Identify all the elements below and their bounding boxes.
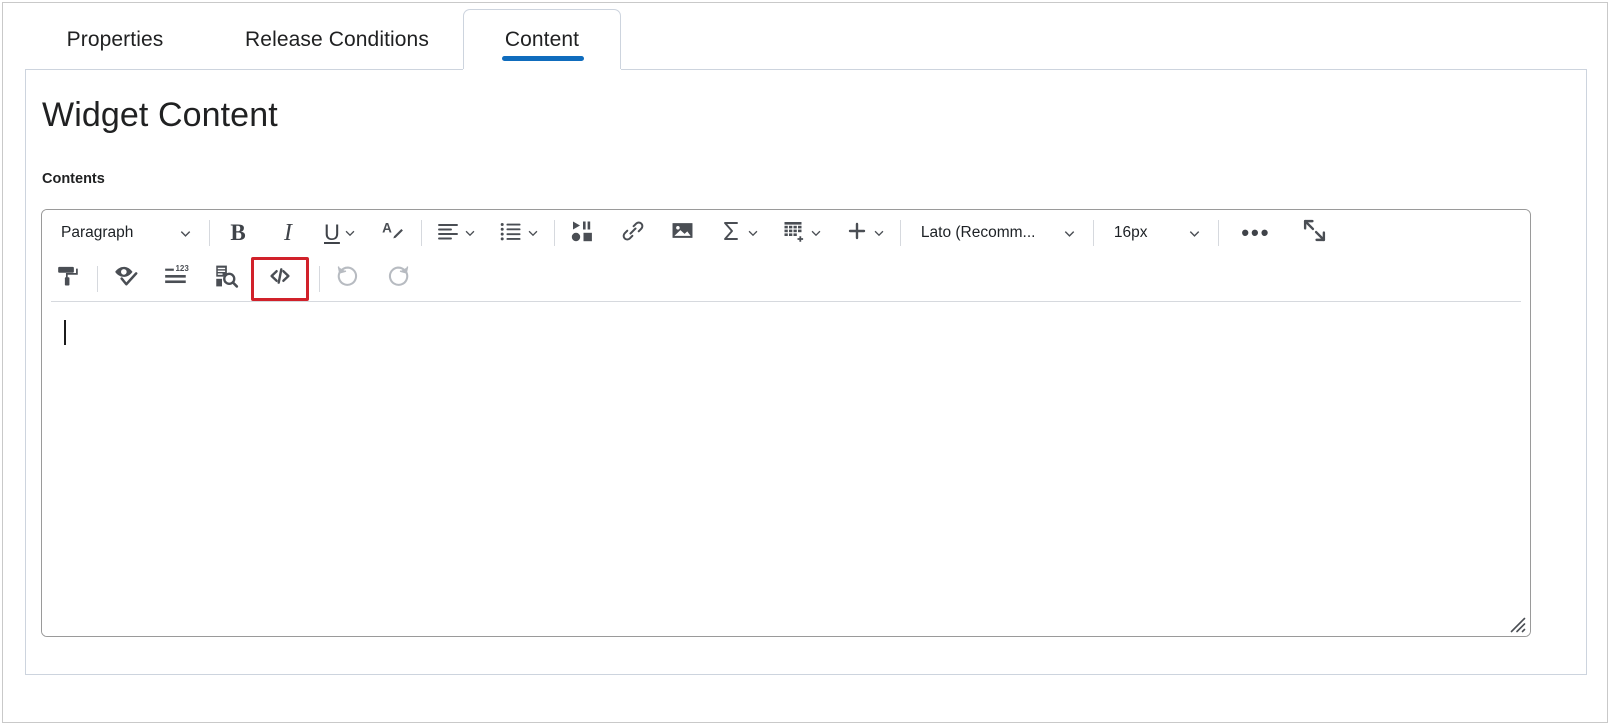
toolbar-divider [319, 265, 320, 292]
insert-media-icon [571, 219, 595, 248]
code-source-icon [268, 264, 292, 293]
insert-button[interactable] [841, 215, 890, 251]
paragraph-style-value: Paragraph [61, 224, 134, 241]
editor-toolbar-row-1: Paragraph B I U A Lato (Recomm... 16px •… [51, 210, 1521, 256]
toolbar-divider [1217, 220, 1219, 246]
chevron-down-icon [872, 226, 886, 240]
word-count-button[interactable]: 123 [158, 261, 194, 297]
insert-media-button[interactable] [565, 215, 601, 251]
underline-button[interactable]: U [320, 215, 361, 251]
sigma-equation-icon [719, 219, 743, 248]
link-icon [621, 219, 645, 248]
font-size-dropdown[interactable]: 16px [1104, 215, 1208, 251]
resize-grip-icon[interactable] [1508, 615, 1526, 633]
undo-icon [335, 263, 361, 294]
chevron-down-icon [526, 226, 540, 240]
word-count-icon: 123 [163, 263, 189, 294]
page-frame: Properties Release Conditions Content Wi… [2, 2, 1608, 723]
accessibility-checker-button[interactable] [108, 261, 144, 297]
fullscreen-expand-icon [1302, 218, 1327, 248]
toolbar-divider [1092, 220, 1094, 246]
chevron-down-icon [178, 226, 193, 241]
tab-release-conditions[interactable]: Release Conditions [209, 9, 465, 69]
more-options-button[interactable]: ••• [1229, 215, 1283, 251]
paint-roller-icon [56, 263, 82, 294]
ellipsis-icon: ••• [1241, 220, 1271, 245]
content-panel: Widget Content Contents Paragraph B I U … [25, 69, 1587, 675]
align-button[interactable] [432, 215, 481, 251]
svg-text:123: 123 [175, 264, 189, 273]
equation-button[interactable] [715, 215, 764, 251]
insert-table-button[interactable] [778, 215, 827, 251]
toolbar-divider [420, 220, 422, 246]
bold-icon: B [230, 220, 246, 245]
contents-field-label: Contents [42, 171, 105, 187]
preview-search-icon [213, 263, 239, 294]
plus-icon [845, 219, 869, 248]
editor-toolbar: Paragraph B I U A Lato (Recomm... 16px •… [42, 210, 1530, 302]
text-color-icon: A [380, 218, 405, 248]
toolbar-divider [553, 220, 555, 246]
toolbar-divider [899, 220, 901, 246]
preview-button[interactable] [208, 261, 244, 297]
undo-button[interactable] [330, 261, 366, 297]
font-size-value: 16px [1113, 224, 1148, 241]
underline-icon: U [324, 220, 340, 245]
insert-link-button[interactable] [615, 215, 651, 251]
tab-content[interactable]: Content [463, 9, 621, 69]
redo-icon [385, 263, 411, 294]
text-color-button[interactable]: A [375, 215, 411, 251]
accessibility-check-icon [113, 263, 139, 294]
fullscreen-button[interactable] [1297, 215, 1333, 251]
rich-text-editor: Paragraph B I U A Lato (Recomm... 16px •… [41, 209, 1531, 637]
toolbar-divider [97, 265, 98, 292]
html-source-button[interactable] [251, 256, 309, 301]
font-family-dropdown[interactable]: Lato (Recomm... [911, 215, 1083, 251]
editor-content-area[interactable] [42, 303, 1530, 636]
insert-table-icon [782, 219, 806, 248]
chevron-down-icon [463, 226, 477, 240]
text-caret [64, 320, 66, 345]
image-icon [670, 218, 695, 248]
chevron-down-icon [746, 226, 760, 240]
active-tab-indicator [502, 56, 584, 61]
paragraph-style-dropdown[interactable]: Paragraph [51, 215, 199, 251]
bold-button[interactable]: B [220, 215, 256, 251]
chevron-down-icon [1187, 226, 1202, 241]
chevron-down-icon [809, 226, 823, 240]
format-painter-button[interactable] [51, 261, 87, 297]
italic-icon: I [284, 219, 292, 246]
insert-image-button[interactable] [665, 215, 701, 251]
bulleted-list-icon [499, 219, 523, 248]
italic-button[interactable]: I [270, 215, 306, 251]
tab-release-conditions-label: Release Conditions [245, 28, 429, 51]
redo-button[interactable] [380, 261, 416, 297]
font-family-value: Lato (Recomm... [920, 224, 1036, 241]
chevron-down-icon [1062, 226, 1077, 241]
tab-properties-label: Properties [66, 28, 164, 51]
toolbar-divider [209, 220, 210, 246]
editor-toolbar-row-2: 123 [51, 256, 1521, 302]
svg-text:A: A [382, 221, 392, 236]
tab-properties[interactable]: Properties [39, 9, 191, 69]
list-button[interactable] [495, 215, 544, 251]
align-left-icon [436, 219, 460, 248]
active-tab-panel-join [463, 69, 621, 71]
tab-content-label: Content [504, 28, 580, 51]
page-title: Widget Content [42, 96, 278, 134]
tab-bar: Properties Release Conditions Content [3, 3, 1607, 69]
chevron-down-icon [343, 226, 357, 240]
